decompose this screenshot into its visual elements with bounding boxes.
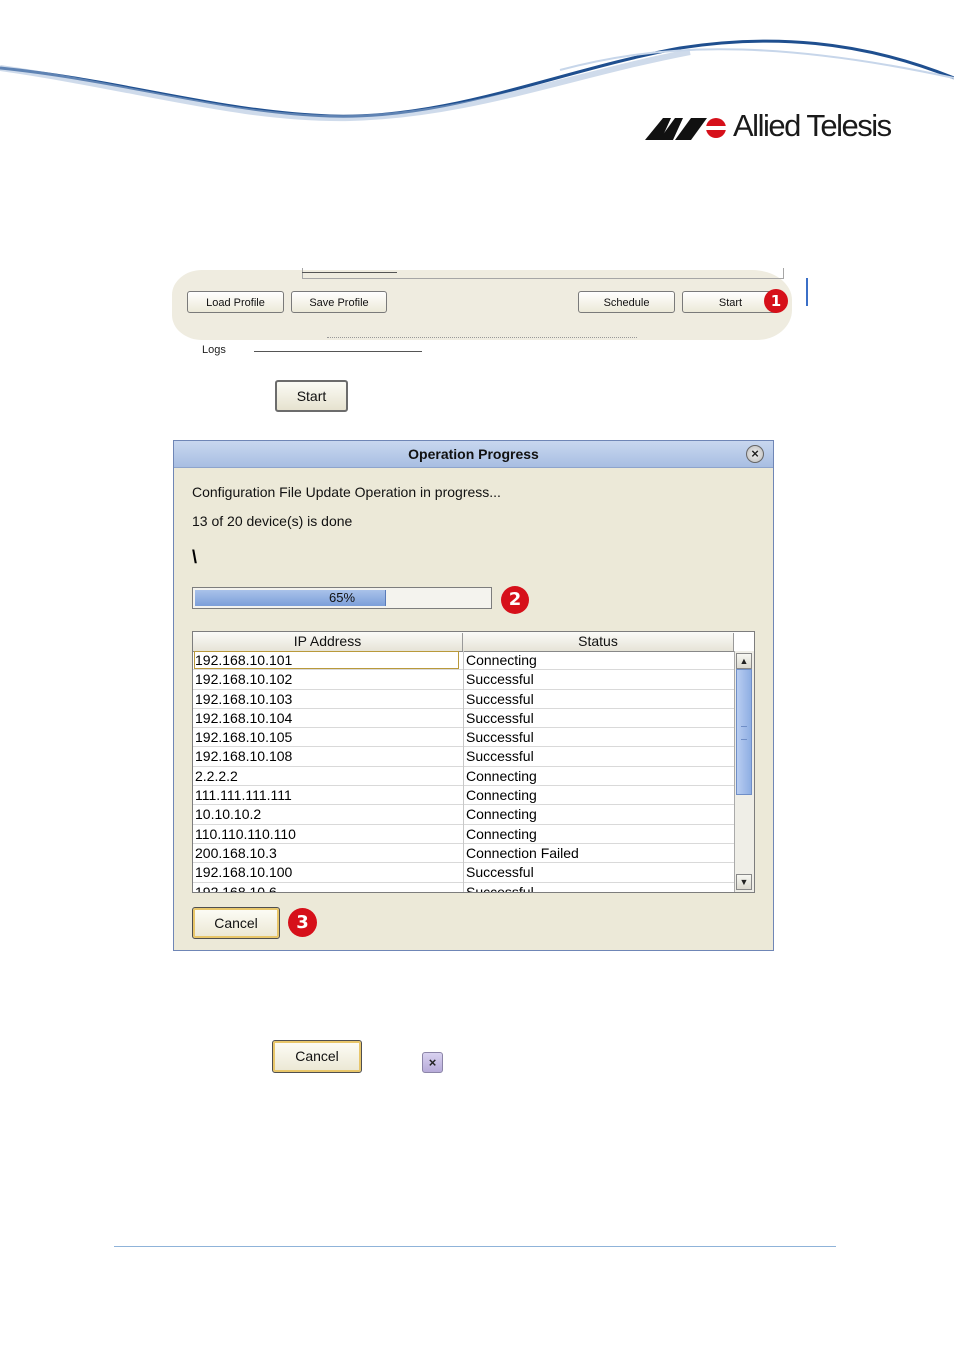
- cancel-button[interactable]: Cancel: [272, 1040, 362, 1073]
- ip-address-cell: 192.168.10.102: [195, 671, 293, 688]
- panel-field-edge: [302, 268, 397, 273]
- ip-address-cell: 200.168.10.3: [195, 844, 277, 861]
- close-x-icon[interactable]: ×: [422, 1052, 443, 1073]
- start-button[interactable]: Start: [275, 380, 348, 412]
- ip-address-cell: 192.168.10.104: [195, 709, 293, 726]
- device-count: 13 of 20 device(s) is done: [192, 513, 353, 529]
- dialog-cancel-button[interactable]: Cancel: [192, 907, 280, 939]
- table-header: IP Address Status: [193, 632, 734, 652]
- ip-address-cell: 192.168.10.108: [195, 748, 293, 765]
- status-cell: Connecting: [466, 767, 537, 784]
- status-cell: Connecting: [466, 787, 537, 804]
- status-cell: Connection Failed: [466, 844, 579, 861]
- callout-badge-2: 2: [501, 586, 529, 614]
- table-scrollbar[interactable]: ▲ ▼: [734, 651, 754, 892]
- scroll-grip: [741, 726, 747, 740]
- status-cell: Successful: [466, 671, 534, 688]
- footer-rule: [114, 1246, 836, 1247]
- column-header-ip[interactable]: IP Address: [193, 633, 463, 651]
- ip-address-cell: 192.168.10.101: [194, 651, 459, 669]
- dialog-close-icon[interactable]: ×: [746, 445, 764, 463]
- status-cell: Successful: [466, 729, 534, 746]
- status-cell: Successful: [466, 883, 534, 893]
- status-cell: Connecting: [466, 806, 537, 823]
- operation-progress-dialog: Operation Progress × Configuration File …: [173, 440, 774, 951]
- load-profile-button[interactable]: Load Profile: [187, 291, 284, 313]
- scroll-thumb[interactable]: [736, 669, 752, 795]
- scroll-up-icon[interactable]: ▲: [736, 653, 752, 669]
- callout-badge-3: 3: [288, 908, 317, 937]
- operation-message: Configuration File Update Operation in p…: [192, 484, 501, 500]
- dialog-titlebar: Operation Progress ×: [174, 441, 773, 468]
- status-cell: Successful: [466, 864, 534, 881]
- toolbar-crop: Load Profile Save Profile Schedule Start…: [172, 262, 812, 356]
- ip-address-cell: 111.111.111.111: [195, 787, 292, 804]
- status-cell: Connecting: [466, 825, 537, 842]
- column-header-status[interactable]: Status: [463, 633, 734, 651]
- ip-address-cell: 192.168.10.100: [195, 864, 293, 881]
- scroll-down-icon[interactable]: ▼: [736, 874, 752, 890]
- activity-spinner: \: [192, 547, 198, 567]
- ip-address-cell: 110.110.110.110: [195, 825, 296, 842]
- logs-group-border: [254, 351, 422, 352]
- toolbar-divider: [327, 337, 637, 339]
- progress-bar: 65%: [192, 587, 492, 609]
- ip-address-cell: 192.168.10.6: [195, 883, 277, 893]
- ip-address-cell: 192.168.10.105: [195, 729, 293, 746]
- ip-address-cell: 2.2.2.2: [195, 767, 238, 784]
- logo-mark-icon: [645, 118, 727, 140]
- device-status-table: IP Address Status 192.168.10.101 Connecti…: [192, 631, 755, 893]
- column-separator: [463, 651, 464, 892]
- status-cell: Connecting: [466, 652, 537, 668]
- logs-group-label: Logs: [202, 344, 226, 356]
- status-cell: Successful: [466, 748, 534, 765]
- allied-telesis-logo: Allied Telesis: [645, 108, 905, 148]
- dialog-title: Operation Progress: [408, 446, 539, 462]
- ip-address-cell: 192.168.10.103: [195, 690, 293, 707]
- save-profile-button[interactable]: Save Profile: [291, 291, 387, 313]
- window-edge: [806, 278, 808, 306]
- progress-label: 65%: [328, 590, 356, 605]
- ip-address-cell: 10.10.10.2: [195, 806, 262, 823]
- callout-badge-1: 1: [764, 289, 788, 313]
- schedule-button[interactable]: Schedule: [578, 291, 675, 313]
- brand-name: Allied Telesis: [733, 108, 892, 143]
- status-cell: Successful: [466, 709, 534, 726]
- status-cell: Successful: [466, 690, 534, 707]
